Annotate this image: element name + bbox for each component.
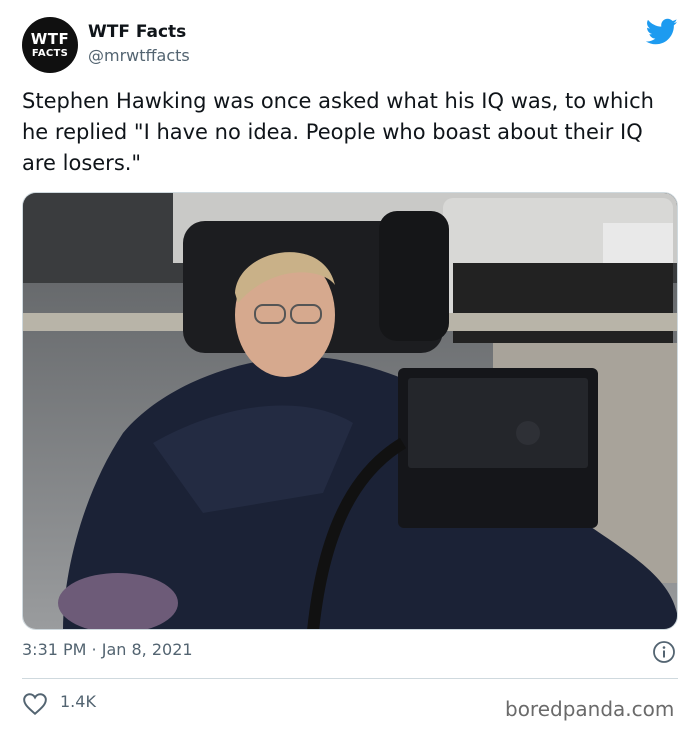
divider — [22, 678, 678, 679]
tweet-photo[interactable] — [22, 192, 678, 630]
user-handle[interactable]: @mrwtffacts — [88, 46, 190, 65]
tweet-timestamp[interactable]: 3:31 PM · Jan 8, 2021 — [22, 640, 193, 659]
watermark: boredpanda.com — [505, 697, 675, 721]
tweet-text: Stephen Hawking was once asked what his … — [22, 89, 654, 175]
photo-illustration — [23, 193, 677, 629]
twitter-bird-icon[interactable] — [646, 18, 678, 46]
display-name[interactable]: WTF Facts — [88, 22, 186, 42]
avatar-text-line2: FACTS — [31, 47, 69, 59]
avatar-text-line1: WTF — [30, 29, 70, 48]
info-icon[interactable] — [652, 640, 676, 664]
like-count[interactable]: 1.4K — [60, 692, 96, 711]
heart-icon[interactable] — [22, 692, 48, 716]
avatar[interactable]: WTF FACTS — [22, 17, 78, 73]
